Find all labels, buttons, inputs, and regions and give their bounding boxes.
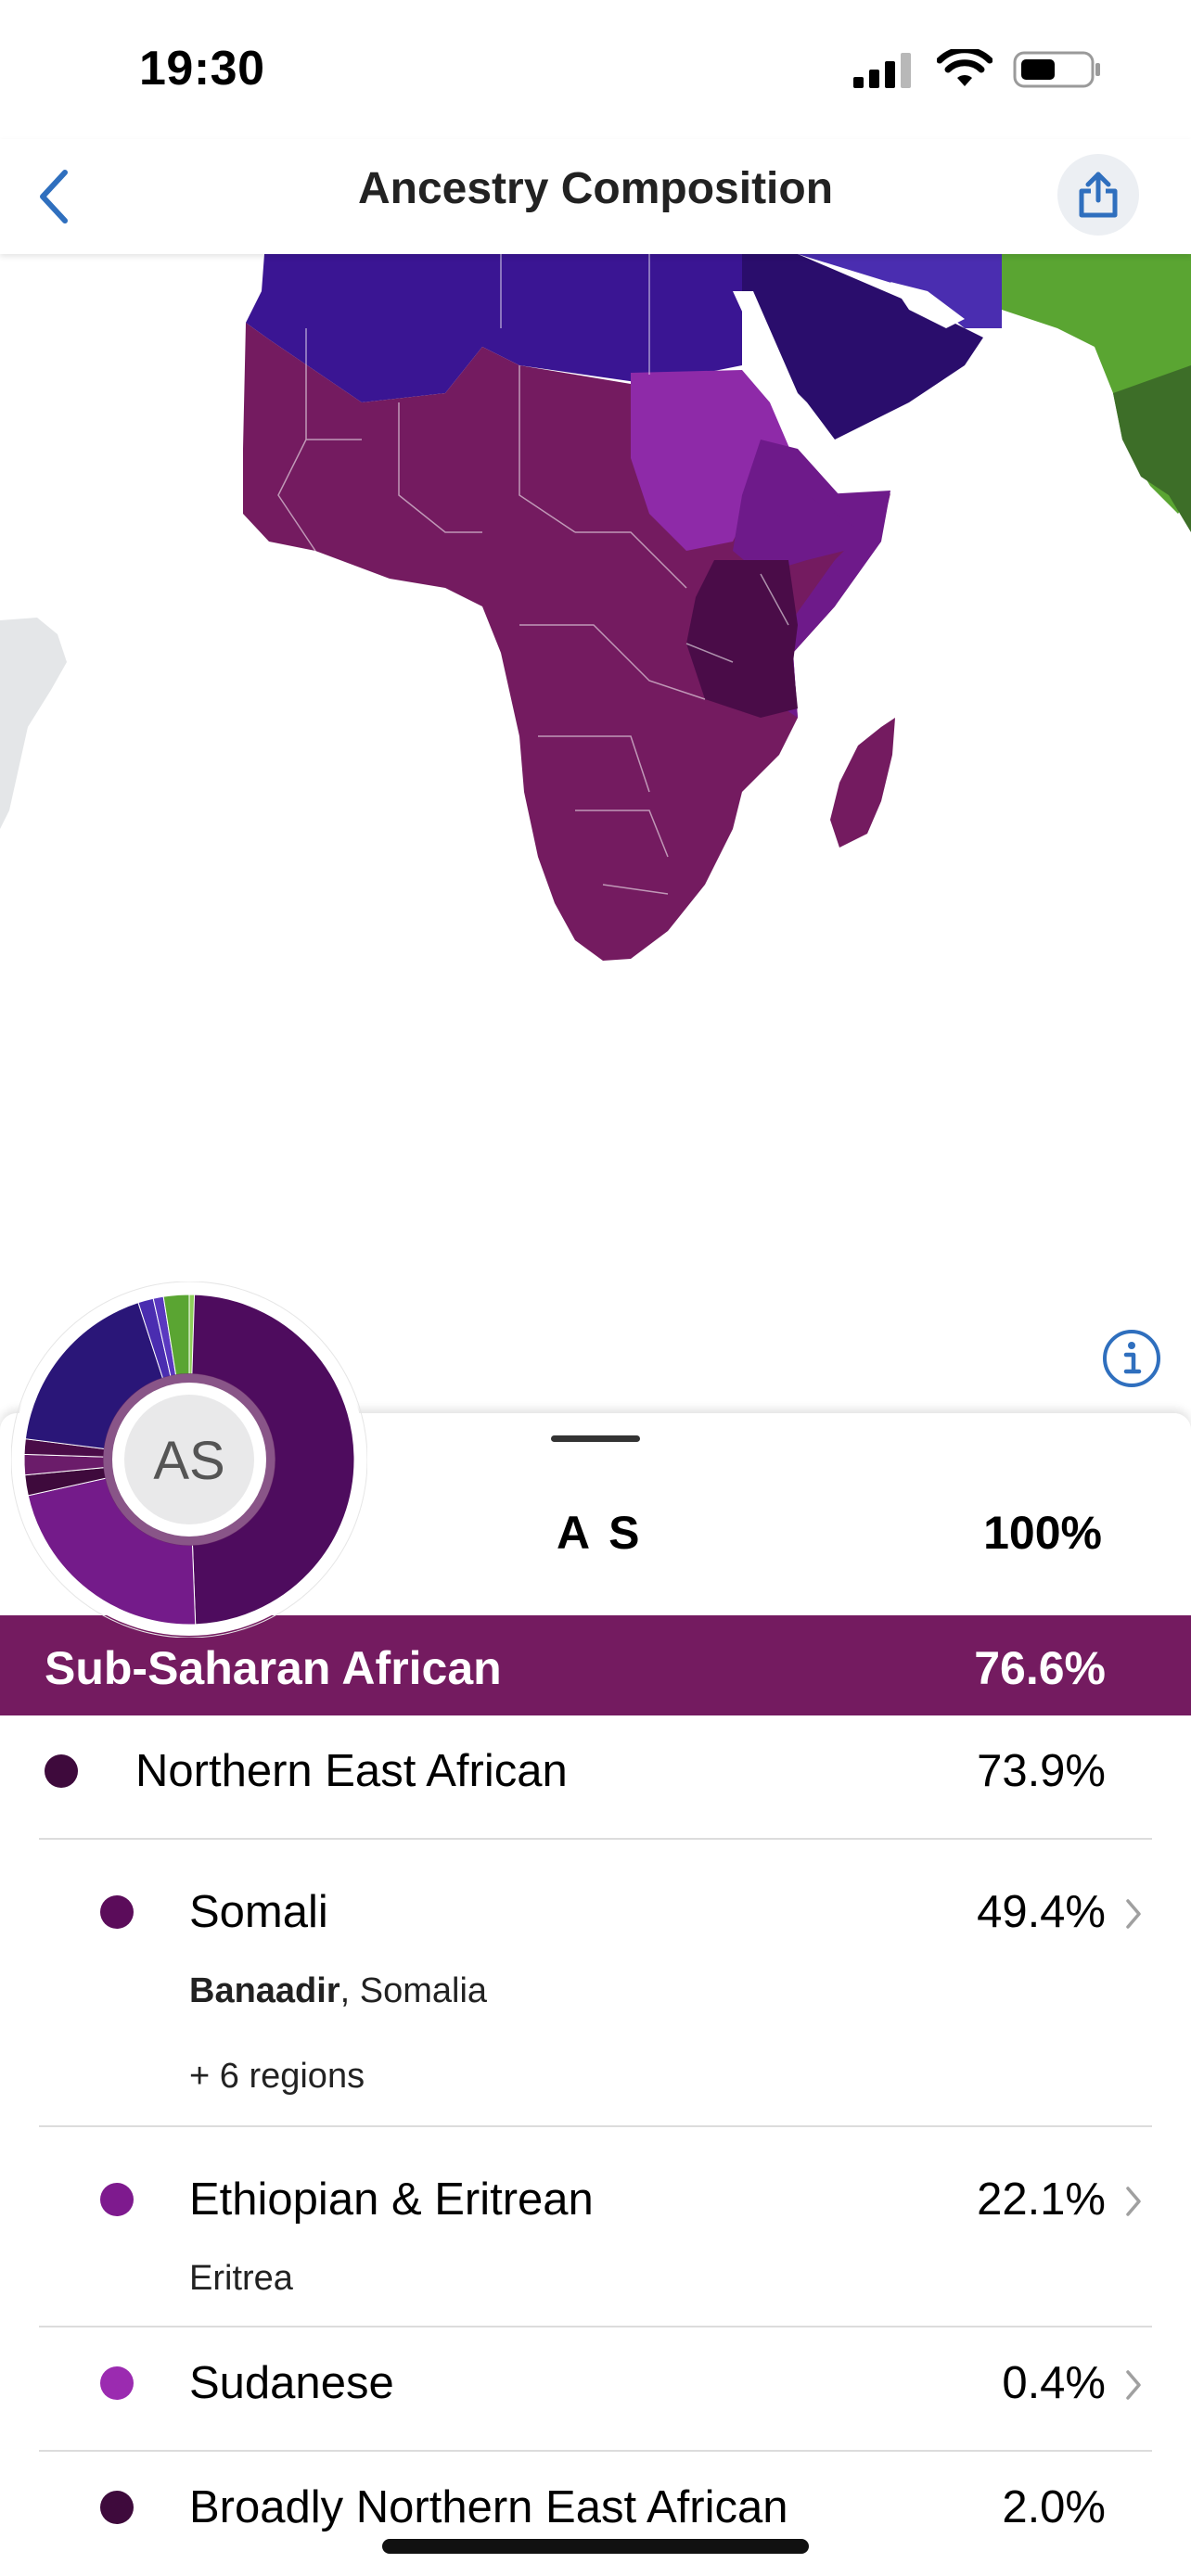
sheet-grabber[interactable] [551, 1435, 640, 1442]
map-region-south-asia-south [1113, 365, 1191, 532]
map-region-madagascar [830, 718, 895, 848]
status-bar: 19:30 [0, 0, 1191, 139]
nav-bar: Ancestry Composition [0, 139, 1191, 254]
ancestry-percent: 22.1% [977, 2174, 1106, 2225]
color-dot [100, 1895, 134, 1929]
share-icon [1079, 172, 1118, 218]
status-time: 19:30 [139, 42, 265, 96]
category-name: Sub-Saharan African [45, 1642, 502, 1694]
ancestry-donut[interactable]: AS [10, 1281, 368, 1639]
summary-name: A S [557, 1507, 644, 1559]
ancestry-name: Sudanese [189, 2358, 394, 2408]
status-icons [853, 46, 1102, 93]
region-detail: Eritrea [189, 2259, 293, 2298]
color-dot [100, 2366, 134, 2400]
share-button[interactable] [1057, 154, 1139, 236]
ancestry-percent: 0.4% [1002, 2358, 1106, 2408]
info-icon[interactable] [1102, 1329, 1161, 1388]
ancestry-name: Northern East African [135, 1746, 568, 1796]
region-primary: Banaadir [189, 1971, 340, 2010]
ancestry-percent: 73.9% [977, 1746, 1106, 1796]
ancestry-row-sudanese[interactable]: Sudanese 0.4% [0, 2327, 1191, 2450]
chevron-right-icon [1126, 1899, 1141, 1929]
home-indicator [382, 2539, 809, 2554]
category-percent: 76.6% [974, 1642, 1106, 1694]
more-regions-link[interactable]: + 6 regions [189, 2057, 365, 2097]
ancestry-name: Ethiopian & Eritrean [189, 2174, 594, 2225]
region-country: , Somalia [339, 1971, 488, 2010]
ancestry-row-broadly-northern-east-african[interactable]: Broadly Northern East African 2.0% [0, 2452, 1191, 2576]
ancestry-row-somali[interactable]: Somali 49.4% Banaadir, Somalia + 6 regio… [0, 1840, 1191, 2127]
donut-chart: AS [10, 1281, 368, 1639]
battery-icon [1013, 51, 1100, 88]
map-region-south-america [0, 618, 67, 829]
ancestry-percent: 2.0% [1002, 2482, 1106, 2532]
donut-initials: AS [153, 1431, 224, 1491]
color-dot [45, 1754, 78, 1788]
chevron-right-icon [1126, 2370, 1141, 2400]
summary-percent: 100% [983, 1507, 1102, 1559]
page-title: Ancestry Composition [357, 164, 834, 213]
color-dot [100, 2491, 134, 2524]
ancestry-name: Somali [189, 1887, 328, 1937]
chevron-right-icon [1126, 2187, 1141, 2216]
africa-map[interactable] [0, 254, 1191, 1413]
ancestry-map[interactable] [0, 254, 1191, 1413]
ancestry-name: Broadly Northern East African [189, 2482, 788, 2532]
ancestry-percent: 49.4% [977, 1887, 1106, 1937]
color-dot [100, 2183, 134, 2216]
ancestry-row-ethiopian-eritrean[interactable]: Ethiopian & Eritrean 22.1% Eritrea [0, 2127, 1191, 2326]
cellular-signal-icon [853, 53, 911, 88]
wifi-icon [937, 49, 992, 86]
region-detail: Banaadir, Somalia [189, 1971, 487, 2011]
